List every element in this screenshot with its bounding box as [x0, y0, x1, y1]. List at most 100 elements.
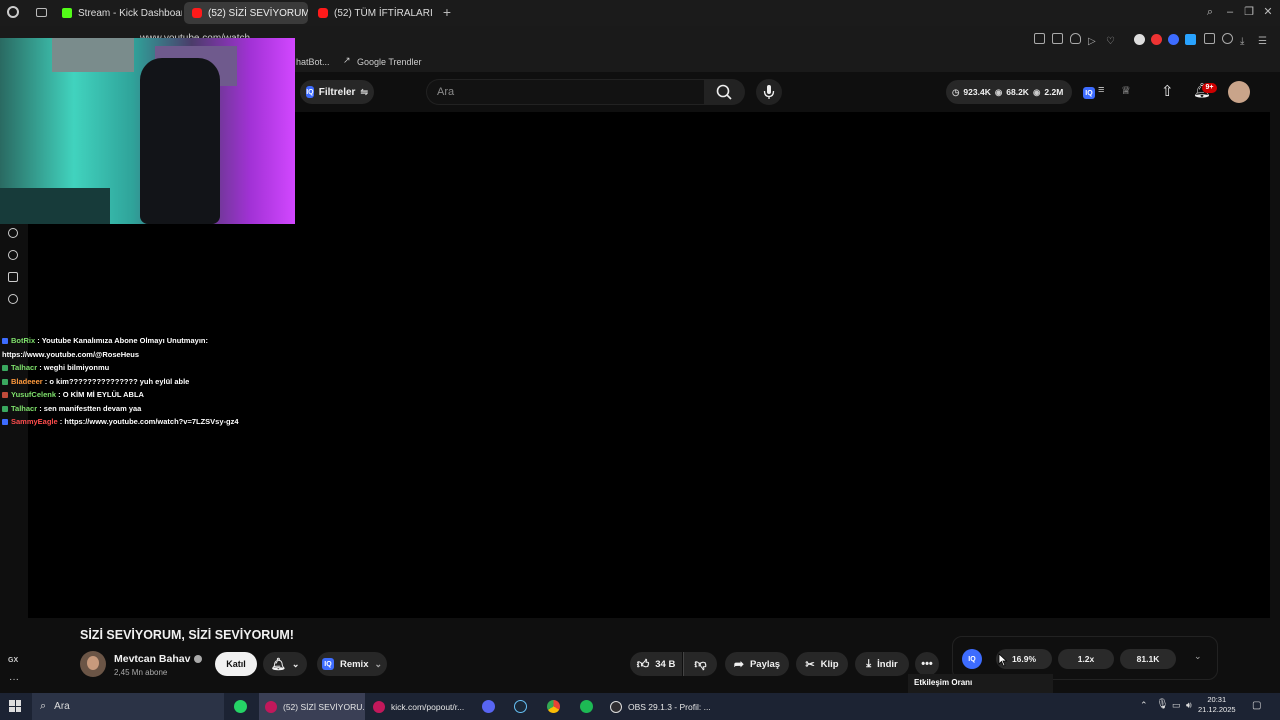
download-button[interactable]: ⤓ İndir	[855, 652, 909, 676]
download-icon[interactable]: ⤓	[1240, 33, 1251, 47]
join-button[interactable]: Katıl	[215, 652, 257, 676]
trend-icon: ↗	[343, 55, 351, 65]
chrome-icon[interactable]	[547, 700, 560, 713]
gaming-chair	[140, 58, 220, 224]
taskbar-app-label: (52) SİZİ SEVİYORU...	[283, 701, 365, 712]
iq-icon[interactable]: IQ	[1083, 87, 1095, 99]
upload-icon[interactable]: ⇧	[1161, 82, 1174, 100]
extensions-icon[interactable]	[8, 272, 18, 282]
taskbar-app-opera-kick[interactable]: kick.com/popout/r...	[367, 693, 473, 720]
search-tabs-icon[interactable]: ⌕	[1204, 6, 1216, 18]
count-pill[interactable]: 81.1K	[1120, 649, 1176, 669]
dislike-button[interactable]: 👎︎	[683, 652, 717, 676]
bookmark-google-trends[interactable]: Google Trendler	[357, 57, 422, 67]
settings-gear-icon[interactable]	[8, 294, 18, 304]
channel-avatar[interactable]	[80, 651, 106, 677]
taskbar-app-opera-youtube[interactable]: (52) SİZİ SEVİYORU...	[259, 693, 365, 720]
filters-button[interactable]: IQ Filtreler ⇋	[300, 80, 374, 104]
bookmark-chatbot[interactable]: hatBot...	[296, 57, 330, 67]
voice-search-button[interactable]	[756, 79, 782, 105]
extension-icon[interactable]	[1151, 34, 1162, 45]
channel-name-row[interactable]: Mevtcan Bahav	[114, 653, 203, 665]
snapshot-icon[interactable]	[1052, 33, 1063, 44]
taskbar-search[interactable]: ⌕ Ara	[32, 693, 224, 720]
taskbar-clock[interactable]: 20:31 21.12.2025	[1198, 695, 1236, 715]
puzzle-icon[interactable]	[1204, 33, 1215, 44]
tab-youtube-active[interactable]: (52) SİZİ SEVİYORUM, SİZ	[184, 2, 308, 24]
extension-icon[interactable]	[1134, 34, 1145, 45]
iq-icon: IQ	[306, 86, 314, 98]
menu-icon[interactable]: ☰	[1258, 33, 1269, 47]
list-icon[interactable]: ≡	[1098, 84, 1104, 96]
chat-user: Talhacr	[11, 363, 38, 372]
minimize-icon[interactable]: –	[1224, 6, 1236, 18]
ratio-pill[interactable]: 1.2x	[1058, 649, 1114, 669]
tab-youtube-2[interactable]: (52) TÜM İFTİRALARI ÇÖ	[310, 2, 436, 24]
chevron-down-icon: ⌄	[291, 658, 300, 669]
extension-icon[interactable]	[1185, 34, 1196, 45]
extension-icon[interactable]	[1168, 34, 1179, 45]
channel-name[interactable]: Mevtcan Bahav	[114, 653, 190, 665]
clip-button[interactable]: ✂ Klip	[796, 652, 848, 676]
chat-text: : o kim??????????????? yuh eylül able	[44, 376, 190, 386]
volume-icon[interactable]: 🔊︎	[1186, 700, 1192, 711]
like-button[interactable]: 👍︎ 34 B	[630, 652, 682, 676]
search-button[interactable]	[704, 79, 745, 105]
tab-title: Stream - Kick Dashboard	[78, 7, 182, 19]
chat-badge-icon	[2, 405, 8, 412]
history-icon[interactable]	[8, 250, 18, 260]
microphone-icon	[763, 85, 775, 99]
thumbs-up-icon: 👍︎	[636, 656, 650, 671]
play-icon[interactable]: ▷	[1088, 33, 1099, 47]
tab-menu-icon[interactable]	[36, 8, 47, 17]
avatar[interactable]	[1228, 81, 1250, 103]
thumbs-down-icon: 👎︎	[694, 656, 707, 671]
restore-icon[interactable]: ❐	[1243, 6, 1255, 18]
chat-badge-icon	[2, 378, 8, 385]
subscribe-bell-button[interactable]: 🔔︎ ⌄	[263, 652, 307, 676]
pin-icon[interactable]	[1034, 33, 1045, 44]
search-input[interactable]	[426, 79, 704, 105]
taskbar-app-obs[interactable]: OBS 29.1.3 - Profil: ...	[604, 693, 710, 720]
shield-icon[interactable]	[1070, 33, 1081, 44]
bell-icon: 🔔︎	[270, 657, 286, 671]
more-icon[interactable]: ···	[9, 674, 19, 685]
steam-icon[interactable]	[514, 700, 527, 713]
download-label: İndir	[877, 658, 898, 670]
notification-center-icon[interactable]: ▢	[1252, 700, 1261, 711]
obs-icon	[610, 700, 622, 713]
spotify-icon[interactable]	[580, 700, 593, 713]
more-actions-button[interactable]: •••	[915, 652, 939, 676]
chat-badge-icon	[2, 365, 8, 372]
opera-logo-icon[interactable]	[7, 6, 19, 18]
trophy-icon[interactable]: ♕	[1121, 84, 1131, 97]
heart-icon[interactable]: ♡	[1106, 33, 1117, 47]
chat-message: Talhacr : weghi bilmiyonmu	[2, 361, 302, 375]
tab-kick-dashboard[interactable]: Stream - Kick Dashboard	[54, 2, 182, 24]
remix-button[interactable]: IQ Remix ⌄	[317, 652, 387, 676]
chevron-down-icon[interactable]: ⌄	[1194, 651, 1202, 662]
discord-icon[interactable]	[482, 700, 495, 713]
search-icon: ⌕	[40, 700, 47, 712]
share-button[interactable]: ➦ Paylaş	[725, 652, 789, 676]
chat-user: YusufCelenk	[11, 390, 57, 399]
player-icon[interactable]	[8, 228, 18, 238]
microphone-tray-icon[interactable]: 🎙︎	[1156, 699, 1169, 710]
tray-chevron-up-icon[interactable]: ⌃	[1140, 700, 1148, 711]
chat-message: Talhacr : sen manifestten devam yaa	[2, 402, 302, 416]
taskbar-search-label: Ara	[54, 701, 70, 712]
search-icon	[716, 84, 732, 100]
chat-message: YusufCelenk : O KİM Mİ EYLÜL ABLA	[2, 388, 302, 402]
profile-icon[interactable]	[1222, 33, 1233, 44]
close-icon[interactable]: ✕	[1262, 6, 1274, 18]
whatsapp-icon[interactable]	[234, 700, 247, 713]
webcam-overlay	[0, 38, 295, 224]
windows-start-icon[interactable]	[9, 700, 21, 712]
new-tab-icon[interactable]: +	[440, 4, 454, 20]
download-arrow-icon: ⤓	[866, 657, 872, 670]
network-icon[interactable]: ▭	[1172, 700, 1181, 711]
iq-logo-icon[interactable]: IQ	[962, 649, 982, 669]
youtube-icon	[318, 8, 328, 18]
share-label: Paylaş	[749, 658, 781, 670]
wall-poster	[52, 38, 134, 72]
